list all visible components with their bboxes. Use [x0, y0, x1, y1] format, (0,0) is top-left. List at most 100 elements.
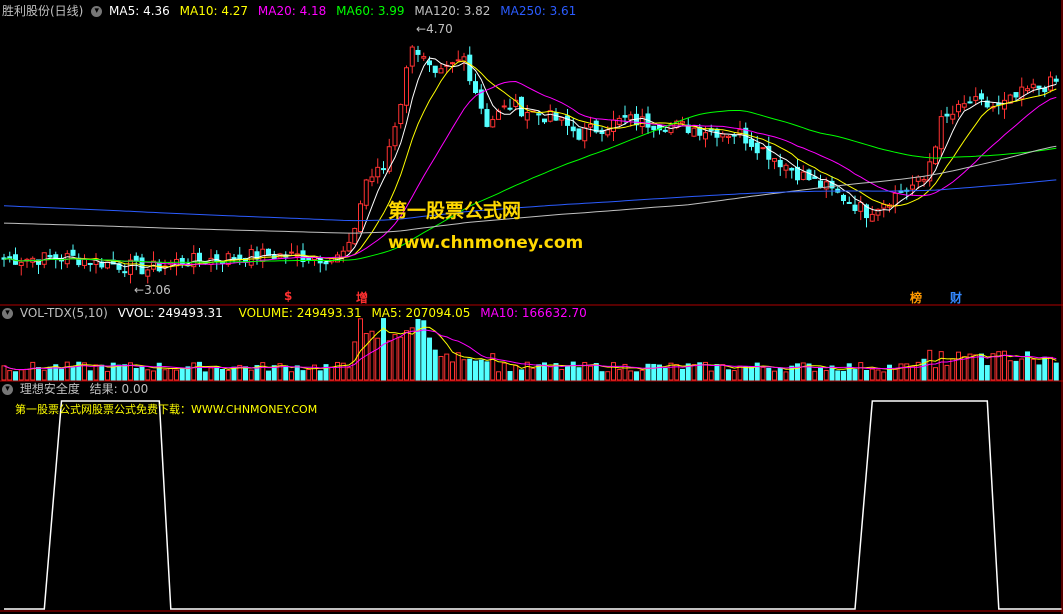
- indicator-result: 结果: 0.00: [89, 382, 149, 396]
- volume-bar: [737, 365, 743, 381]
- volume-bar: [547, 366, 553, 381]
- volume-bar: [835, 370, 841, 381]
- volume-bar: [898, 363, 904, 381]
- volume-bar: [812, 370, 818, 381]
- candle-body: [628, 114, 634, 121]
- volume-bar: [59, 368, 64, 381]
- candle-body: [754, 142, 760, 154]
- volume-bar: [329, 366, 335, 381]
- volume-bar: [858, 362, 864, 381]
- candle-body: [858, 201, 864, 212]
- candle-body: [122, 271, 128, 274]
- candle-body: [950, 113, 956, 120]
- candle-body: [41, 252, 47, 265]
- candle-body: [208, 257, 214, 265]
- volume-bar: [651, 363, 657, 381]
- volume-bar: [910, 365, 915, 381]
- volume-bar: [30, 361, 36, 381]
- volume-bar: [714, 364, 720, 381]
- candle-body: [398, 104, 404, 125]
- candle-body: [1048, 76, 1053, 91]
- candle-body: [427, 60, 432, 66]
- volume-toggle-icon[interactable]: ▾: [2, 308, 13, 319]
- candle-body: [611, 119, 616, 132]
- volume-bar: [375, 337, 381, 381]
- volume-bar: [220, 369, 225, 381]
- indicator-title[interactable]: 理想安全度: [20, 382, 80, 396]
- volume-bar: [841, 370, 846, 381]
- volume-bar: [473, 360, 478, 381]
- candle-body: [789, 167, 795, 171]
- volume-bar: [990, 353, 996, 381]
- volume-bar: [634, 371, 639, 381]
- candle-body: [415, 49, 421, 55]
- volume-bar: [1042, 356, 1048, 381]
- event-marker-increase[interactable]: 增: [356, 289, 368, 306]
- candle-body: [823, 181, 829, 190]
- volume-bar: [881, 371, 887, 381]
- candle-body: [455, 59, 461, 62]
- candle-body: [777, 159, 783, 168]
- volume-bar: [64, 361, 70, 381]
- candle-body: [841, 194, 846, 202]
- candle-body: [852, 204, 858, 211]
- candle-body: [662, 129, 668, 132]
- vol-ma10-value: MA10: 166632.70: [480, 306, 587, 320]
- candle-body: [772, 158, 777, 162]
- volume-bar: [559, 368, 565, 381]
- volume-bar: [156, 362, 162, 381]
- volume-bar: [427, 337, 432, 381]
- volume-bar: [593, 363, 599, 381]
- volume-bar: [450, 361, 455, 381]
- volume-bar: [415, 318, 421, 381]
- volume-bar: [754, 362, 760, 381]
- volume-panel: [1, 318, 1059, 381]
- volume-bar: [179, 368, 185, 381]
- volume-bar: [248, 369, 254, 381]
- volume-bar: [191, 362, 197, 381]
- volume-bar: [605, 371, 611, 381]
- volume-bar: [41, 369, 47, 381]
- candle-body: [18, 261, 24, 266]
- candle-body: [582, 127, 588, 142]
- volume-bar: [501, 362, 507, 381]
- volume-bar: [214, 366, 220, 381]
- candle-body: [473, 81, 478, 94]
- volume-bar: [105, 370, 110, 381]
- volume-bar: [116, 364, 122, 381]
- candle-body: [237, 254, 243, 260]
- collapse-toggle-icon[interactable]: ▾: [91, 6, 103, 17]
- volume-value: VOLUME: 249493.31: [238, 306, 362, 320]
- indicator-toggle-icon[interactable]: ▾: [2, 384, 13, 395]
- candle-body: [1030, 83, 1036, 89]
- candle-body: [289, 251, 294, 254]
- volume-bar: [496, 371, 501, 381]
- stock-title[interactable]: 胜利股份(日线): [2, 4, 83, 18]
- vol-ma5-value: MA5: 207094.05: [371, 306, 471, 320]
- candle-body: [605, 129, 611, 136]
- event-marker-list[interactable]: 榜: [910, 289, 922, 306]
- candle-body: [346, 241, 352, 252]
- volume-bar: [47, 366, 53, 381]
- volume-bar: [404, 330, 409, 381]
- event-marker-dollar[interactable]: $: [284, 289, 292, 303]
- volume-title[interactable]: VOL-TDX(5,10): [20, 306, 108, 320]
- candle-body: [933, 146, 938, 165]
- high-price-label: ←4.70: [416, 22, 453, 36]
- volume-bar: [317, 370, 323, 381]
- event-marker-finance[interactable]: 财: [950, 289, 962, 306]
- ma120-value: MA120: 3.82: [414, 4, 491, 18]
- safety-indicator-line: [4, 400, 1062, 610]
- indicator-header: ▾ 理想安全度 结果: 0.00: [2, 382, 148, 396]
- candle-body: [967, 101, 973, 104]
- volume-bar: [530, 367, 536, 381]
- watermark-url: www.chnmoney.com: [388, 233, 584, 253]
- volume-bar: [174, 369, 179, 381]
- candle-body: [490, 119, 496, 128]
- volume-bar: [875, 369, 881, 381]
- volume-bar: [680, 368, 685, 381]
- candle-body: [7, 256, 13, 259]
- candle-body: [432, 65, 438, 73]
- watermark-title: 第一股票公式网: [388, 200, 522, 222]
- price-header: 胜利股份(日线) ▾ MA5: 4.36 MA10: 4.27 MA20: 4.…: [2, 4, 576, 18]
